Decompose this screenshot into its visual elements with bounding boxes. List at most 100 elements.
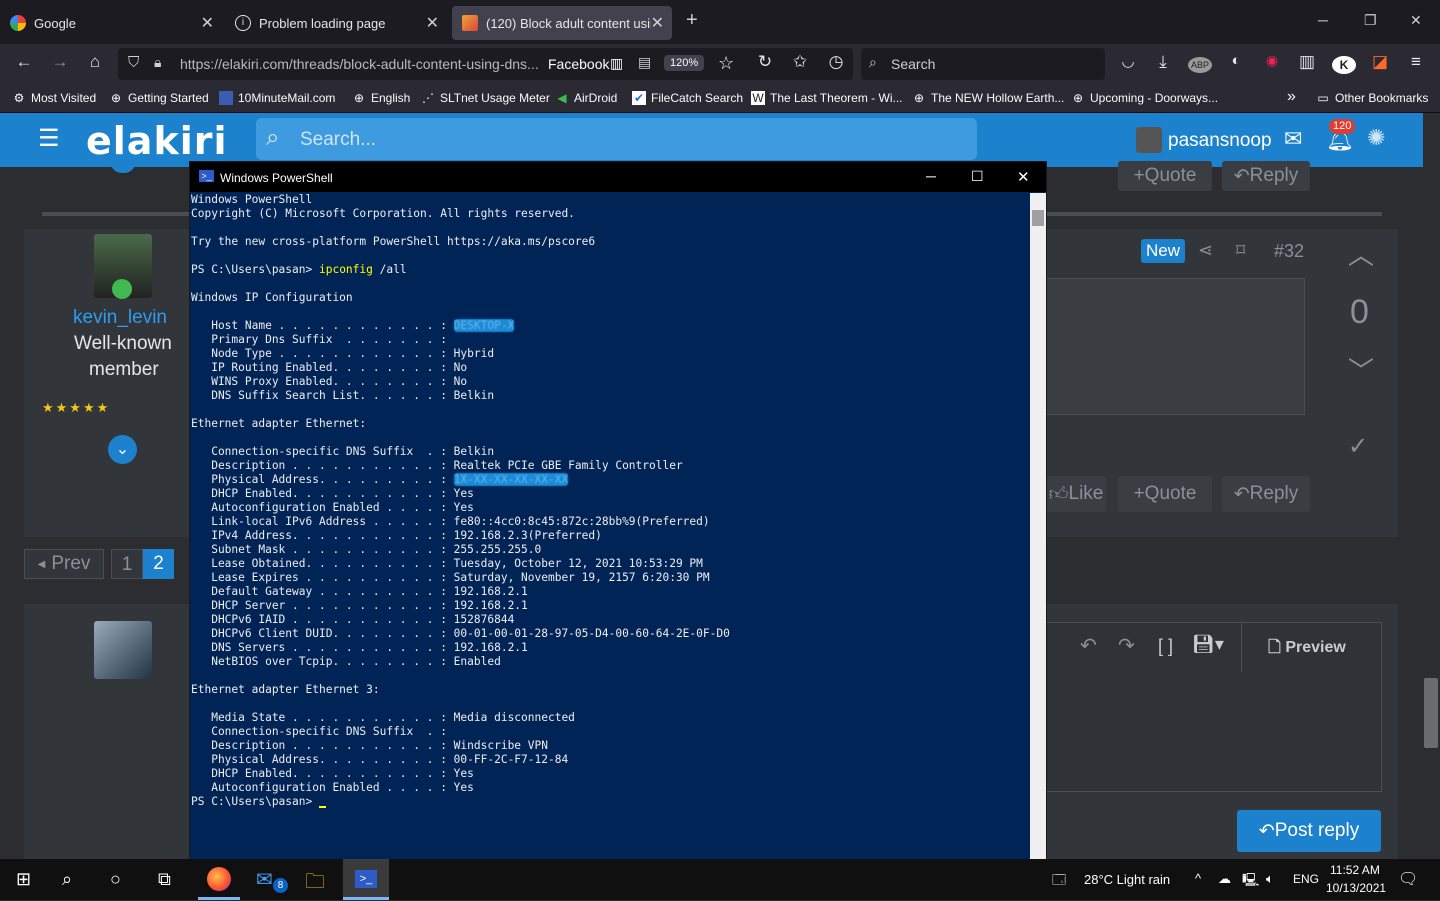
reply-button[interactable]: ↶ Reply: [1222, 161, 1310, 191]
other-bookmarks[interactable]: ▭ Other Bookmarks: [1316, 91, 1428, 105]
clock-time[interactable]: 11:52 AM: [1330, 863, 1380, 877]
chevron-up-icon[interactable]: ^: [1195, 871, 1201, 886]
site-search-input[interactable]: ⌕ Search...: [256, 118, 977, 160]
back-icon[interactable]: ←: [12, 52, 36, 72]
fullscreen-icon[interactable]: [ ]: [1158, 636, 1173, 657]
volume-icon[interactable]: 🔈︎: [1266, 871, 1274, 887]
history-icon[interactable]: ◷: [824, 52, 848, 72]
reply-button[interactable]: ↶ Reply: [1222, 476, 1310, 512]
bookmark-item[interactable]: ⊕ English: [352, 91, 410, 105]
bookmark-item[interactable]: ⊕ Getting Started: [109, 91, 209, 105]
extension-icon[interactable]: ◪: [1368, 52, 1392, 72]
close-window-button[interactable]: ✕: [1410, 12, 1422, 29]
network-icon[interactable]: 🖳︎: [1242, 871, 1259, 893]
quote-button[interactable]: + Quote: [1118, 161, 1212, 191]
bookmark-icon[interactable]: ⌑: [1236, 240, 1245, 261]
windows-start-icon[interactable]: ⊞: [16, 869, 31, 890]
page-scrollbar-thumb[interactable]: [1424, 678, 1438, 748]
search-icon[interactable]: ⌕: [62, 869, 72, 890]
home-icon[interactable]: ⌂: [83, 52, 107, 72]
maximize-button[interactable]: ☐: [971, 168, 984, 185]
console-output[interactable]: Windows PowerShell Copyright (C) Microsof…: [191, 193, 1029, 809]
bookmark-item[interactable]: ⚙ Most Visited: [12, 91, 97, 105]
save-draft-icon[interactable]: 💾︎▾: [1192, 634, 1224, 655]
clock-date[interactable]: 10/13/2021: [1326, 881, 1386, 895]
task-view-icon[interactable]: ⧉: [158, 869, 171, 890]
bookmark-item[interactable]: ◀ AirDroid: [555, 91, 617, 105]
powershell-window[interactable]: >_ Windows PowerShell ─ ☐ ✕ Windows Powe…: [189, 161, 1047, 861]
close-icon[interactable]: ✕: [201, 13, 214, 33]
upvote-icon[interactable]: ︿: [1348, 235, 1374, 272]
close-icon[interactable]: ✕: [651, 13, 664, 33]
url-text[interactable]: https://elakiri.com/threads/block-adult-…: [180, 56, 540, 72]
cortana-icon[interactable]: ○: [110, 869, 121, 890]
site-logo[interactable]: elakiri: [86, 119, 228, 163]
downvote-icon[interactable]: ﹀: [1348, 351, 1374, 388]
redo-icon[interactable]: ↷: [1118, 633, 1135, 658]
adblock-icon[interactable]: ABP: [1188, 57, 1212, 73]
current-page[interactable]: 2: [143, 549, 174, 579]
folder-icon[interactable]: 🗀︎: [305, 867, 325, 901]
username[interactable]: pasansnoop: [1168, 130, 1272, 152]
notification-center-icon[interactable]: 🗨︎: [1398, 869, 1418, 889]
like-button[interactable]: 👍︎ Like: [1046, 476, 1106, 512]
bookmark-item[interactable]: ⋰ SLTnet Usage Meter: [421, 91, 550, 105]
post-author[interactable]: kevin_levin: [73, 307, 167, 329]
extension-icon[interactable]: ◐: [1224, 52, 1248, 69]
bookmark-item[interactable]: ⊕ Upcoming - Doorways...: [1071, 91, 1218, 105]
library-icon[interactable]: ▥: [610, 55, 623, 72]
theme-sun-icon[interactable]: ✺: [1367, 125, 1385, 151]
account-icon[interactable]: K: [1332, 56, 1356, 74]
bookmark-item[interactable]: W The Last Theorem - Wi...: [751, 91, 903, 105]
download-icon[interactable]: ⤓: [1151, 52, 1175, 72]
lock-icon[interactable]: 🔒︎: [154, 54, 161, 71]
post-number[interactable]: #32: [1274, 241, 1304, 262]
undo-icon[interactable]: ↶: [1080, 633, 1097, 658]
firefox-icon[interactable]: [207, 867, 231, 891]
onedrive-icon[interactable]: ☁: [1218, 871, 1231, 887]
forward-icon[interactable]: →: [48, 52, 72, 72]
avatar[interactable]: [1136, 127, 1162, 153]
zoom-level[interactable]: 120%: [664, 55, 705, 71]
minimize-button[interactable]: ─: [1318, 12, 1328, 28]
mail-app-icon[interactable]: ✉: [256, 867, 273, 892]
tab-google[interactable]: Google ✕: [0, 6, 222, 40]
post-reply-button[interactable]: ↶ Post reply: [1237, 810, 1381, 852]
powershell-title-bar[interactable]: >_ Windows PowerShell ─ ☐ ✕: [190, 162, 1046, 192]
url-bar[interactable]: ⛉ 🔒︎ https://elakiri.com/threads/block-a…: [118, 48, 853, 80]
weather-icon[interactable]: 🗔︎: [1052, 871, 1066, 893]
share-icon[interactable]: ⋖: [1198, 240, 1213, 261]
avatar[interactable]: [94, 621, 152, 679]
expand-icon[interactable]: [110, 161, 136, 173]
tab-problem-loading[interactable]: i Problem loading page ✕: [225, 6, 447, 40]
preview-button[interactable]: 🗋︎ Preview: [1268, 636, 1346, 663]
page-scrollbar[interactable]: [1423, 167, 1440, 859]
powershell-taskbar-button[interactable]: >_: [343, 859, 389, 900]
close-icon[interactable]: ✕: [426, 13, 439, 33]
reload-icon[interactable]: ↻: [753, 52, 777, 72]
bookmark-item[interactable]: ✔ FileCatch Search: [632, 91, 743, 105]
extension-icon[interactable]: ◉: [1260, 52, 1284, 69]
mail-icon[interactable]: ✉: [1284, 126, 1302, 152]
new-tab-button[interactable]: +: [686, 9, 698, 32]
bookmark-item[interactable]: 10MinuteMail.com: [219, 91, 335, 105]
weather-text[interactable]: 28°C Light rain: [1084, 872, 1170, 887]
pocket-star-icon[interactable]: ✩: [788, 52, 812, 72]
console-scrollbar[interactable]: [1030, 193, 1046, 861]
search-input[interactable]: ⌕ Search: [861, 48, 1105, 80]
shield-icon[interactable]: ⛉: [128, 54, 139, 71]
library-icon[interactable]: ▥: [1295, 52, 1319, 72]
chevron-right-icon[interactable]: »: [1287, 88, 1296, 106]
quote-button[interactable]: + Quote: [1118, 476, 1212, 512]
bookmark-star-icon[interactable]: ☆: [718, 53, 734, 74]
restore-button[interactable]: ❐: [1364, 12, 1377, 29]
check-circle-icon[interactable]: ✓: [1348, 432, 1368, 461]
pocket-icon[interactable]: ◡: [1116, 52, 1140, 70]
prev-page-button[interactable]: ◀ Prev: [24, 549, 104, 579]
bookmark-item[interactable]: ⊕ The NEW Hollow Earth...: [912, 91, 1064, 105]
console-scrollbar-thumb[interactable]: [1032, 210, 1044, 226]
language-indicator[interactable]: ENG: [1293, 872, 1319, 886]
page-link[interactable]: 1: [111, 549, 143, 579]
chevron-down-icon[interactable]: ⌄: [108, 435, 137, 464]
close-window-button[interactable]: ✕: [1017, 168, 1030, 186]
